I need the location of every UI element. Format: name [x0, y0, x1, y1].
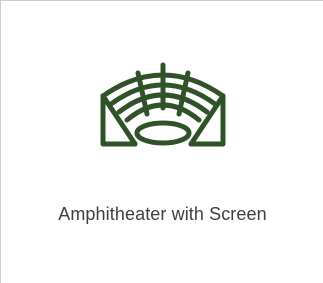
card-label: Amphitheater with Screen	[58, 204, 267, 224]
amphitheater-icon-container	[1, 56, 323, 156]
amphitheater-icon	[100, 62, 225, 147]
amphitheater-with-screen-card[interactable]: Amphitheater with Screen	[0, 0, 323, 283]
